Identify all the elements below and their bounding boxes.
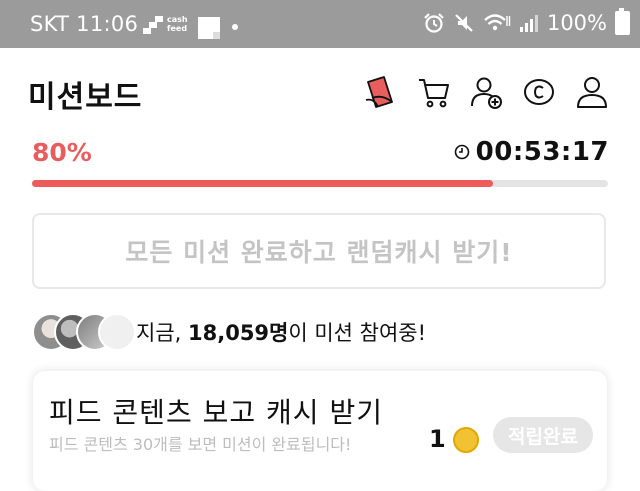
- mute-icon: [455, 14, 473, 32]
- mission-button-label: 적립완료: [508, 425, 578, 448]
- status-bar: SKT 11:06 cash feed 100%: [0, 0, 640, 48]
- cashfeed-icon: cash feed: [167, 15, 188, 33]
- progress-fill: [32, 180, 493, 187]
- mission-subtitle: 피드 콘텐츠 30개를 보면 미션이 완료됩니다!: [49, 435, 352, 454]
- mission-card[interactable]: 피드 콘텐츠 보고 캐시 받기 피드 콘텐츠 30개를 보면 미션이 완료됩니다…: [33, 371, 607, 491]
- countdown-timer: 00:53:17: [454, 137, 609, 167]
- status-icons: 100%: [423, 8, 630, 36]
- wifi-icon: [484, 14, 511, 31]
- participant-avatars: [32, 313, 136, 351]
- coin-icon: [453, 427, 479, 453]
- participants-count-text: 지금, 18,059명이 미션 참여중!: [136, 321, 427, 345]
- avatar: [98, 313, 136, 351]
- participant-count: 18,059명: [188, 321, 289, 345]
- battery-icon: [615, 8, 630, 35]
- mission-reward: 1: [429, 425, 446, 453]
- cash-coin-icon[interactable]: [521, 74, 557, 110]
- more-notifications-icon: [232, 24, 238, 30]
- profile-icon[interactable]: [574, 74, 610, 110]
- progress-percent: 80%: [32, 138, 92, 167]
- claim-random-cash-button[interactable]: 모든 미션 완료하고 랜덤캐시 받기!: [32, 213, 606, 289]
- add-user-icon[interactable]: [469, 74, 505, 110]
- memo-icon: [198, 17, 220, 39]
- timer-text: 00:53:17: [475, 137, 609, 167]
- battery-percent: 100%: [546, 11, 607, 35]
- mission-complete-button[interactable]: 적립완료: [493, 417, 593, 453]
- progress-track: [32, 180, 608, 187]
- claim-button-label: 모든 미션 완료하고 랜덤캐시 받기!: [125, 238, 513, 267]
- cart-icon[interactable]: [416, 74, 452, 110]
- alarm-icon: [424, 13, 444, 33]
- mission-title: 피드 콘텐츠 보고 캐시 받기: [49, 396, 383, 429]
- notification-icon: [143, 16, 163, 34]
- signal-icon: [519, 15, 538, 32]
- sticker-icon[interactable]: [362, 74, 398, 110]
- page-title: 미션보드: [28, 80, 143, 115]
- clock-icon: [454, 144, 469, 160]
- carrier-time: SKT 11:06: [30, 12, 139, 36]
